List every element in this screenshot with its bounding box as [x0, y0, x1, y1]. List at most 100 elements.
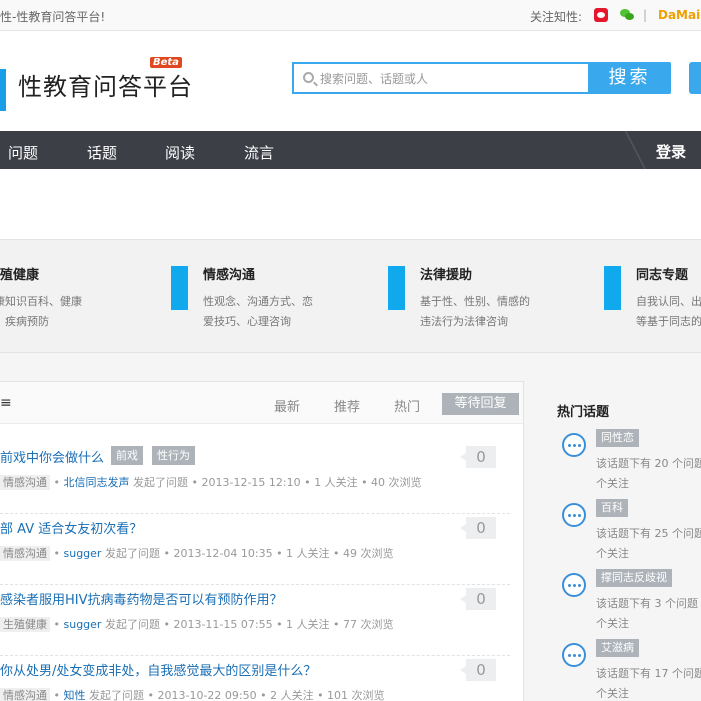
category-desc-line: 等基于同志的 [636, 315, 701, 328]
nav-item-reading[interactable]: 阅读 [165, 142, 195, 163]
answer-count: 0 [460, 659, 496, 681]
nav-item-questions[interactable]: 问题 [8, 142, 38, 163]
nav-item-topics[interactable]: 话题 [87, 142, 117, 163]
list-menu-icon[interactable]: ≡ [0, 395, 12, 411]
site-logo[interactable]: 性教育问答平台 [18, 67, 193, 102]
hot-topic-item: 百科 该话题下有 25 个问题 个关注 [556, 499, 701, 569]
beta-badge: Beta [150, 57, 182, 68]
page: 性-性教育问答平台! 关注知性: | DaMai 性教育问答平台 Beta 搜索… [0, 0, 701, 701]
question-title-link[interactable]: 前戏中你会做什么 [0, 447, 104, 466]
question-topic-link[interactable]: 情感沟通 [0, 546, 50, 561]
question-title-link[interactable]: 你从处男/处女变成非处，自我感觉最大的区别是什么？ [0, 660, 316, 679]
category-title: 殖健康 [0, 268, 40, 283]
hot-topic-item: 同性恋 该话题下有 20 个问题 个关注 [556, 429, 701, 499]
follow-label: 关注知性: [530, 10, 583, 24]
nav-divider [620, 131, 650, 169]
category-desc-line: 健康知识百科、健康 [0, 295, 82, 308]
question-tag[interactable]: 前戏 [111, 446, 143, 465]
nav-item-rumors[interactable]: 流言 [244, 142, 274, 163]
question-meta: 情感沟通 • 知性 发起了问题 • 2013-10-22 09:50 • 2 人… [0, 687, 385, 701]
question-topic-link[interactable]: 生殖健康 [0, 617, 50, 632]
answer-count: 0 [460, 517, 496, 539]
login-button[interactable]: 登录 [656, 141, 686, 162]
topic-tag-link[interactable]: 撑同志反歧视 [596, 569, 672, 587]
logo-accent-bar [0, 69, 6, 111]
question-tag[interactable]: 性行为 [152, 446, 195, 465]
category-band: 殖健康 健康知识百科、健康 理、疾病预防 情感沟通 性观念、沟通方式、恋 爱技巧… [0, 239, 701, 353]
partner-logo-link[interactable]: DaMai [658, 8, 700, 22]
welcome-text: 性-性教育问答平台! [0, 10, 106, 24]
question-title-link[interactable]: 感染者服用HIV抗病毒药物是否可以有预防作用？ [0, 589, 283, 608]
topic-stats: 该话题下有 3 个问题 个关注 [596, 594, 698, 634]
topic-chat-icon [562, 643, 586, 667]
question-topic-link[interactable]: 情感沟通 [0, 688, 50, 701]
tab-hot[interactable]: 热门 [394, 396, 420, 415]
search-box [292, 62, 588, 94]
tab-latest[interactable]: 最新 [274, 396, 300, 415]
topic-stat-line: 个关注 [596, 547, 629, 560]
top-separator: | [643, 8, 648, 22]
category-desc-line: 爱技巧、心理咨询 [203, 315, 291, 328]
question-title-link[interactable]: 部 AV 适合女友初次看？ [0, 518, 142, 537]
header: 性教育问答平台 Beta 搜索 [0, 31, 701, 131]
tab-recommended[interactable]: 推荐 [334, 396, 360, 415]
category-title: 同志专题 [636, 268, 689, 283]
answer-count: 0 [460, 446, 496, 468]
topic-tag-link[interactable]: 艾滋病 [596, 639, 639, 657]
category-desc-line: 性观念、沟通方式、恋 [203, 295, 313, 308]
category-bar [604, 266, 621, 310]
category-desc: 自我认同、出 等基于同志的 [636, 292, 701, 332]
category-bar [171, 266, 188, 310]
tab-awaiting-reply[interactable]: 等待回复 [442, 393, 519, 415]
category-desc-line: 自我认同、出 [636, 295, 701, 308]
category-desc-line: 违法行为法律咨询 [420, 315, 508, 328]
topic-stat-line: 该话题下有 17 个问题 [596, 667, 701, 680]
answer-count: 0 [460, 588, 496, 610]
topic-tag-link[interactable]: 同性恋 [596, 429, 639, 447]
topic-stats: 该话题下有 20 个问题 个关注 [596, 454, 701, 494]
question-user-link[interactable]: 知性 [64, 689, 86, 701]
question-meta-text: 发起了问题 • 2013-11-15 07:55 • 1 人关注 • 77 次浏… [104, 618, 394, 631]
topic-chat-icon [562, 433, 586, 457]
category-title: 法律援助 [420, 268, 473, 283]
topic-tag-link[interactable]: 百科 [596, 499, 628, 517]
category-bar [388, 266, 405, 310]
category-desc: 基于性、性别、情感的 违法行为法律咨询 [420, 292, 560, 332]
category-desc-line: 理、疾病预防 [0, 315, 49, 328]
header-action-button[interactable] [689, 62, 701, 94]
question-user-link[interactable]: sugger [64, 618, 102, 631]
category-desc-line: 基于性、性别、情感的 [420, 295, 530, 308]
topic-stat-line: 该话题下有 20 个问题 [596, 457, 701, 470]
weibo-icon[interactable] [594, 8, 608, 22]
search-button[interactable]: 搜索 [588, 62, 671, 94]
topic-stats: 该话题下有 25 个问题 个关注 [596, 524, 701, 564]
topic-stat-line: 该话题下有 25 个问题 [596, 527, 701, 540]
question-meta: 生殖健康 • sugger 发起了问题 • 2013-11-15 07:55 •… [0, 616, 394, 632]
category-title: 情感沟通 [203, 268, 256, 283]
hot-topics-sidebar: 热门话题 同性恋 该话题下有 20 个问题 个关注 百科 该话题下有 25 个问… [542, 381, 701, 701]
question-list-panel: ≡ 最新 推荐 热门 等待回复 前戏中你会做什么 前戏 性行为 情感沟通 • 北… [0, 381, 524, 701]
top-bar: 性-性教育问答平台! 关注知性: | DaMai [0, 0, 701, 31]
question-row: 感染者服用HIV抗病毒药物是否可以有预防作用？ 生殖健康 • sugger 发起… [0, 585, 510, 656]
hot-topics-heading: 热门话题 [557, 405, 610, 420]
topic-stat-line: 个关注 [596, 687, 629, 700]
hot-topic-item: 撑同志反歧视 该话题下有 3 个问题 个关注 [556, 569, 701, 639]
question-meta-text: 发起了问题 • 2013-12-15 12:10 • 1 人关注 • 40 次浏… [133, 476, 422, 489]
question-meta-text: 发起了问题 • 2013-10-22 09:50 • 2 人关注 • 101 次… [89, 689, 385, 701]
wechat-icon[interactable] [620, 8, 634, 22]
question-row: 你从处男/处女变成非处，自我感觉最大的区别是什么？ 情感沟通 • 知性 发起了问… [0, 656, 510, 701]
topic-stats: 该话题下有 17 个问题 个关注 [596, 664, 701, 701]
question-user-link[interactable]: sugger [64, 547, 102, 560]
question-topic-link[interactable]: 情感沟通 [0, 475, 50, 490]
category-desc: 健康知识百科、健康 理、疾病预防 [0, 292, 123, 332]
question-user-link[interactable]: 北信同志发声 [64, 476, 130, 489]
search-input[interactable] [320, 69, 570, 89]
topic-chat-icon [562, 573, 586, 597]
question-meta-text: 发起了问题 • 2013-12-04 10:35 • 1 人关注 • 49 次浏… [104, 547, 394, 560]
topic-stat-line: 个关注 [596, 477, 629, 490]
banner-area [0, 169, 701, 239]
main-nav: 问题 话题 阅读 流言 登录 [0, 131, 701, 169]
question-meta: 情感沟通 • 北信同志发声 发起了问题 • 2013-12-15 12:10 •… [0, 474, 422, 490]
question-row: 部 AV 适合女友初次看？ 情感沟通 • sugger 发起了问题 • 2013… [0, 514, 510, 585]
topic-chat-icon [562, 503, 586, 527]
